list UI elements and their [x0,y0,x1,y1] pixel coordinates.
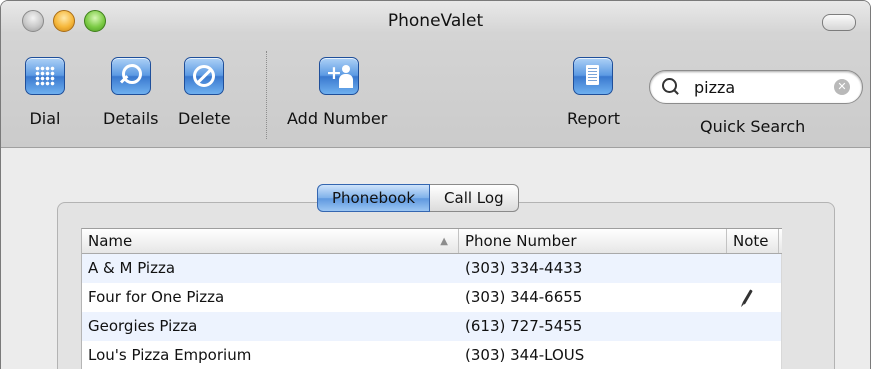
search-input[interactable] [694,77,824,97]
cell-note[interactable] [727,283,779,312]
scrollbar-track[interactable] [781,254,782,369]
cell-note [727,312,779,341]
cell-phone: (303) 334-4433 [465,259,583,277]
pencil-icon [742,289,753,305]
delete-button[interactable]: Delete [178,57,231,128]
column-header-name[interactable]: Name ▲ [82,229,459,253]
title-bar[interactable]: PhoneValet [1,1,870,41]
table-row[interactable]: Lou's Pizza Emporium (303) 344-LOUS [82,341,782,369]
cell-phone: (303) 344-6655 [465,288,583,306]
table-row[interactable]: Four for One Pizza (303) 344-6655 [82,283,782,312]
add-person-icon: + [319,57,359,95]
no-entry-icon [184,57,224,95]
quick-search-field[interactable]: ✕ [649,70,863,104]
table-header: Name ▲ Phone Number Note [82,229,782,254]
dial-keypad-icon [25,57,65,95]
details-button[interactable]: Details [103,57,158,128]
cell-name: A & M Pizza [88,259,176,277]
clear-search-icon[interactable]: ✕ [834,79,850,95]
cell-name: Lou's Pizza Emporium [88,346,252,364]
delete-label: Delete [178,109,231,128]
toolbar-toggle-button[interactable] [822,14,856,31]
dial-button[interactable]: Dial [25,57,65,128]
column-header-note[interactable]: Note [727,229,779,253]
tab-phonebook[interactable]: Phonebook [317,184,431,212]
document-icon [573,57,613,95]
quick-search-label: Quick Search [700,117,806,136]
window-title: PhoneValet [387,11,484,31]
title-toolbar: PhoneValet Dial Details Delete + Add Num… [1,1,870,148]
phonebook-table: Name ▲ Phone Number Note A & M Pizza (30… [81,228,782,369]
cell-name: Georgies Pizza [88,317,198,335]
report-label: Report [567,109,621,128]
toolbar-separator [266,51,267,139]
details-label: Details [103,109,159,128]
add-number-button[interactable]: + Add Number [287,57,387,128]
dial-label: Dial [29,109,61,128]
add-number-label: Add Number [287,109,388,128]
report-button[interactable]: Report [567,57,620,128]
view-tabs: Phonebook Call Log [317,184,519,212]
table-row[interactable]: Georgies Pizza (613) 727-5455 [82,312,782,341]
cell-note [727,254,779,283]
table-row[interactable]: A & M Pizza (303) 334-4433 [82,254,782,283]
app-window: PhoneValet Dial Details Delete + Add Num… [0,0,871,369]
cell-phone: (303) 344-LOUS [465,346,585,364]
column-header-name-label: Name [88,232,133,250]
column-header-phone[interactable]: Phone Number [459,229,727,253]
cell-phone: (613) 727-5455 [465,317,583,335]
cell-name: Four for One Pizza [88,288,225,306]
sort-ascending-icon: ▲ [440,236,448,247]
tab-call-log[interactable]: Call Log [430,184,519,212]
main-content: Phonebook Call Log Name ▲ Phone Number N… [1,148,870,369]
magnifier-icon [111,57,151,95]
cell-note [727,341,779,369]
